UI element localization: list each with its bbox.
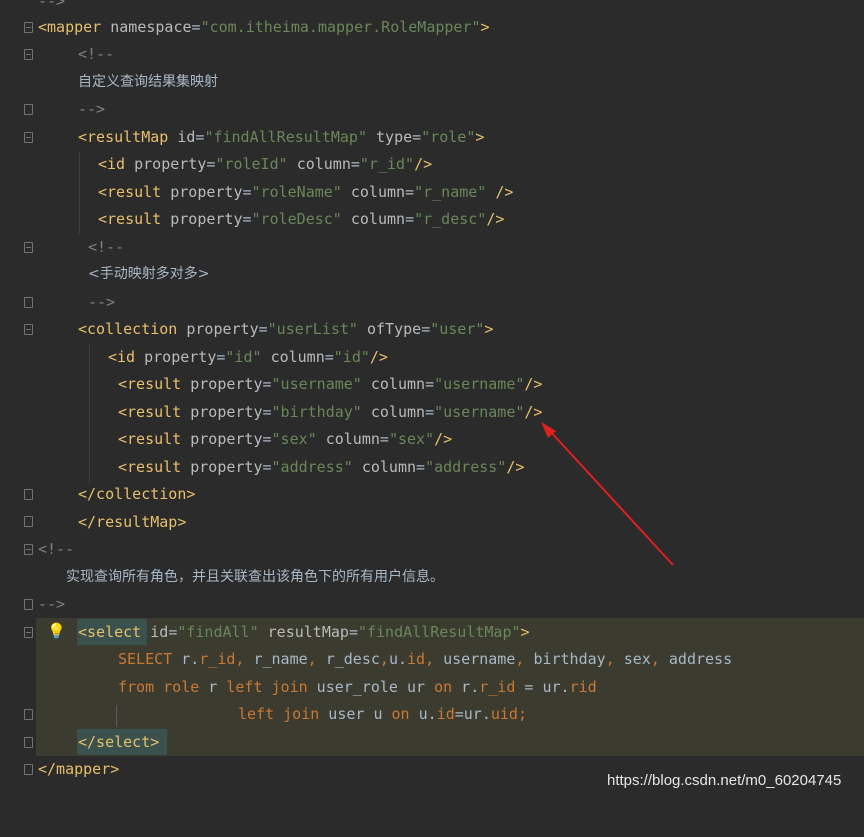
annotation-arrow xyxy=(541,422,674,566)
code-editor[interactable]: --> <mapper namespace="com.itheima.mappe… xyxy=(0,0,864,800)
arrow-shaft xyxy=(548,429,674,566)
watermark: https://blog.csdn.net/m0_60204745 xyxy=(607,772,842,789)
